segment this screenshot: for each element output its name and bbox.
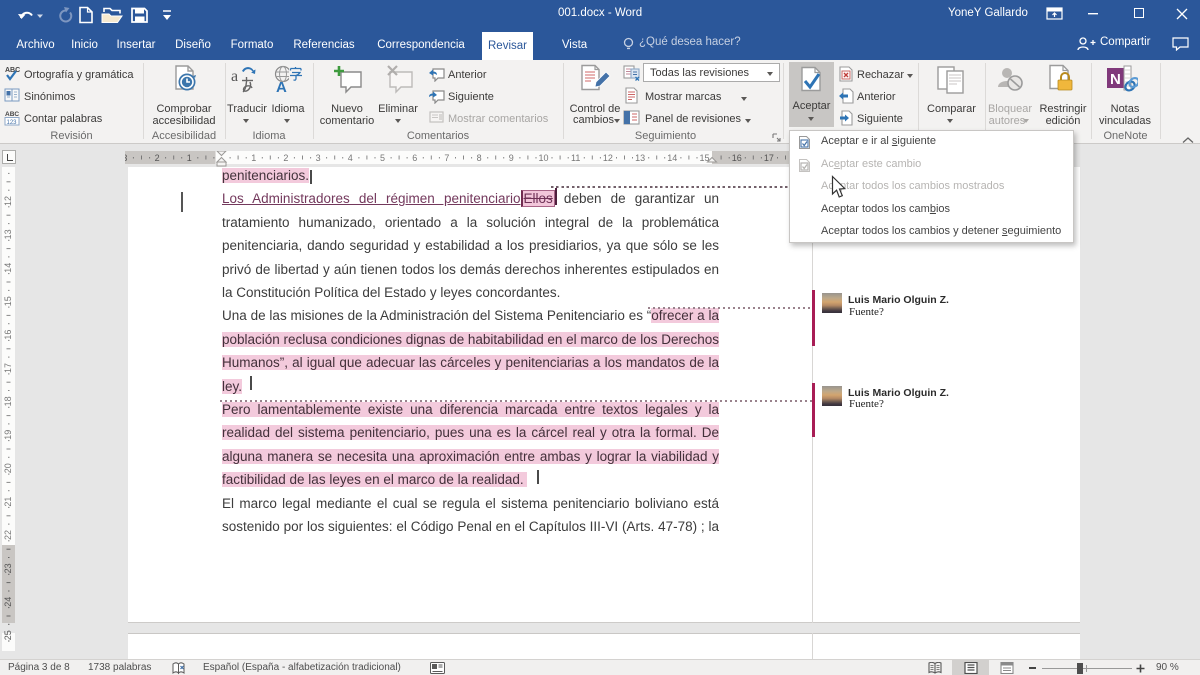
svg-text:15: 15 — [3, 296, 13, 306]
svg-text:2: 2 — [283, 153, 288, 163]
svg-text:10: 10 — [538, 153, 548, 163]
svg-text:19: 19 — [3, 430, 13, 440]
svg-text:12: 12 — [3, 196, 13, 206]
svg-text:1: 1 — [187, 153, 192, 163]
svg-text:4: 4 — [348, 153, 353, 163]
svg-text:ABC: ABC — [5, 67, 20, 74]
svg-text:7: 7 — [444, 153, 449, 163]
svg-text:16: 16 — [732, 153, 742, 163]
svg-text:12: 12 — [603, 153, 613, 163]
svg-text:6: 6 — [412, 153, 417, 163]
svg-text:14: 14 — [3, 263, 13, 273]
svg-text:ABC: ABC — [5, 111, 19, 118]
svg-text:14: 14 — [667, 153, 677, 163]
svg-text:17: 17 — [3, 363, 13, 373]
svg-text:5: 5 — [380, 153, 385, 163]
svg-text:123: 123 — [7, 120, 18, 126]
svg-text:16: 16 — [3, 330, 13, 340]
svg-text:A: A — [276, 79, 287, 93]
svg-text:1: 1 — [251, 153, 256, 163]
svg-text:21: 21 — [3, 497, 13, 507]
svg-text:13: 13 — [635, 153, 645, 163]
svg-text:8: 8 — [477, 153, 482, 163]
svg-text:2: 2 — [155, 153, 160, 163]
svg-text:17: 17 — [764, 153, 774, 163]
svg-text:9: 9 — [509, 153, 514, 163]
svg-text:24: 24 — [3, 597, 13, 607]
svg-text:22: 22 — [3, 530, 13, 540]
svg-text:18: 18 — [3, 396, 13, 406]
svg-text:3: 3 — [316, 153, 321, 163]
svg-text:13: 13 — [3, 229, 13, 239]
svg-text:25: 25 — [3, 630, 13, 640]
svg-text:a: a — [231, 68, 238, 85]
svg-text:3: 3 — [125, 153, 127, 163]
svg-text:23: 23 — [3, 563, 13, 573]
svg-text:20: 20 — [3, 463, 13, 473]
svg-text:11: 11 — [571, 153, 580, 163]
svg-text:N: N — [1110, 71, 1121, 88]
